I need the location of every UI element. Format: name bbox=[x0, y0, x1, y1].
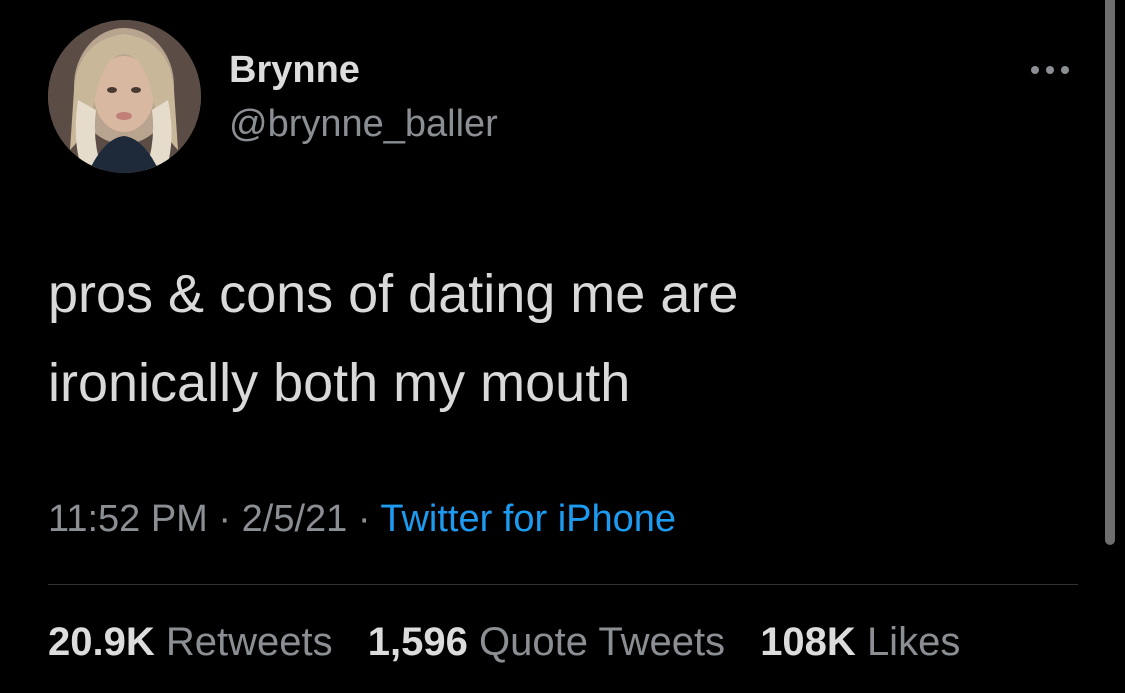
user-handle[interactable]: @brynne_baller bbox=[229, 103, 498, 146]
tweet-source-link[interactable]: Twitter for iPhone bbox=[380, 498, 676, 540]
tweet-text: pros & cons of dating me are ironically … bbox=[48, 250, 1068, 428]
tweet-time: 11:52 PM bbox=[48, 498, 208, 540]
more-options-icon[interactable] bbox=[1027, 62, 1073, 78]
tweet-metadata: 11:52 PM · 2/5/21 · Twitter for iPhone bbox=[48, 498, 676, 541]
tweet-date: 2/5/21 bbox=[241, 498, 348, 540]
scrollbar[interactable] bbox=[1105, 0, 1115, 545]
display-name[interactable]: Brynne bbox=[229, 49, 360, 92]
likes-count: 108K bbox=[760, 620, 856, 664]
meta-separator: · bbox=[218, 498, 232, 540]
quote-tweets-label: Quote Tweets bbox=[478, 620, 726, 664]
likes-stat[interactable]: 108K Likes bbox=[760, 620, 960, 664]
avatar[interactable] bbox=[48, 20, 201, 173]
quote-tweets-count: 1,596 bbox=[367, 620, 468, 664]
meta-separator: · bbox=[357, 498, 371, 540]
retweets-label: Retweets bbox=[165, 620, 333, 664]
tweet-stats: 20.9K Retweets 1,596 Quote Tweets 108K L… bbox=[48, 620, 984, 665]
retweets-count: 20.9K bbox=[48, 620, 155, 664]
divider bbox=[48, 584, 1078, 585]
profile-photo-icon bbox=[48, 20, 201, 173]
likes-label: Likes bbox=[866, 620, 961, 664]
tweet-text-line: pros & cons of dating me are bbox=[48, 264, 739, 324]
retweets-stat[interactable]: 20.9K Retweets bbox=[48, 620, 333, 664]
quote-tweets-stat[interactable]: 1,596 Quote Tweets bbox=[368, 620, 725, 664]
tweet-text-line: ironically both my mouth bbox=[48, 353, 631, 413]
